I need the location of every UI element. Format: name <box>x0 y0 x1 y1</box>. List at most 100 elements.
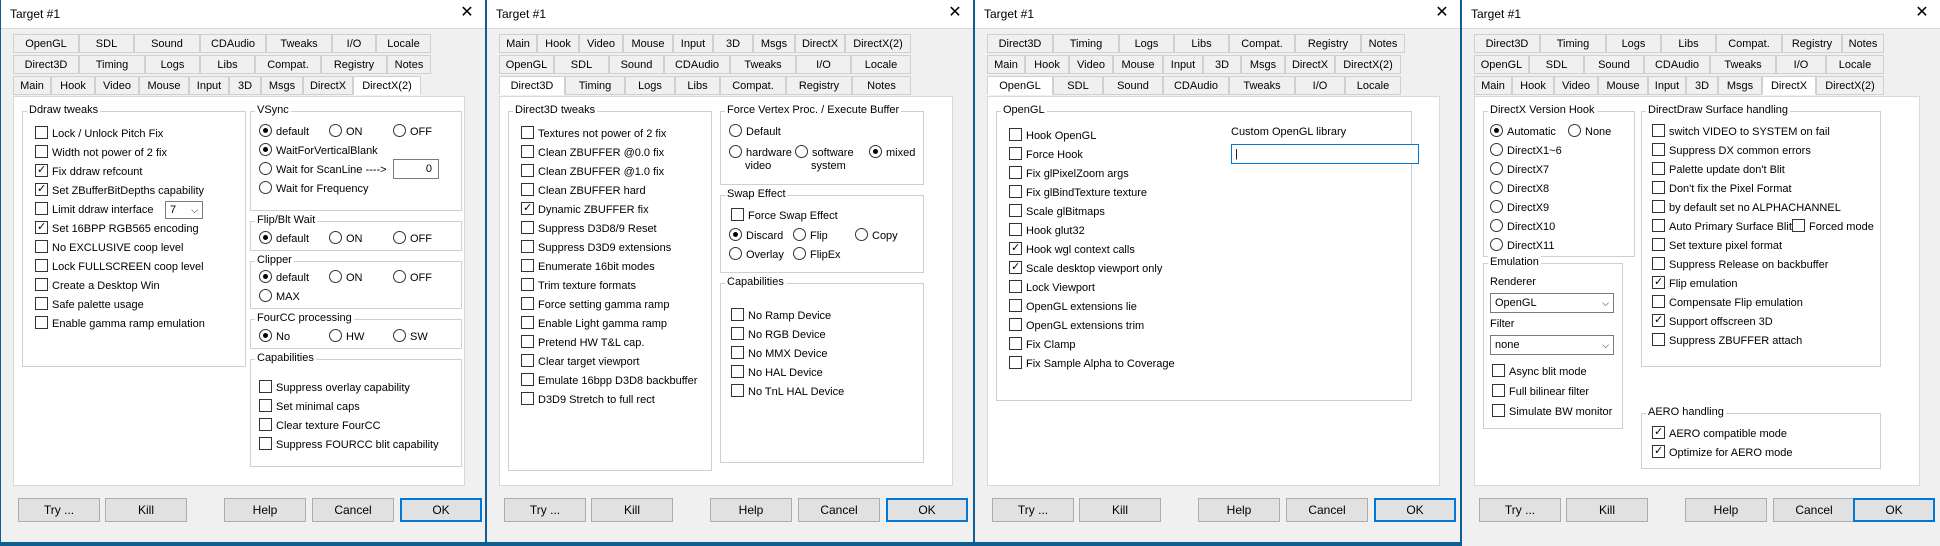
tab-main[interactable]: Main <box>13 76 51 95</box>
tab-msgs[interactable]: Msgs <box>1241 55 1285 74</box>
help-button[interactable]: Help <box>224 498 306 522</box>
tab-input[interactable]: Input <box>1163 55 1203 74</box>
radio-fvp-hardware[interactable]: hardware <box>729 145 792 161</box>
radio-vsync-on[interactable]: ON <box>329 124 363 140</box>
kill-button[interactable]: Kill <box>1079 498 1161 522</box>
checkbox-full-bilinear[interactable]: Full bilinear filter <box>1492 384 1589 400</box>
tab-video[interactable]: Video <box>95 76 139 95</box>
checkbox-surf-1[interactable]: Suppress DX common errors <box>1652 143 1811 159</box>
checkbox-no-ramp[interactable]: No Ramp Device <box>731 308 831 324</box>
tab-hook[interactable]: Hook <box>1025 55 1069 74</box>
tab-sdl[interactable]: SDL <box>1053 76 1103 95</box>
checkbox-lock-unlock-pitch[interactable]: Lock / Unlock Pitch Fix <box>35 126 163 142</box>
checkbox-fix-glpixelzoom[interactable]: Fix glPixelZoom args <box>1009 166 1129 182</box>
help-button[interactable]: Help <box>1685 498 1767 522</box>
tab-3d[interactable]: 3D <box>229 76 261 95</box>
checkbox-extensions-lie[interactable]: OpenGL extensions lie <box>1009 299 1137 315</box>
tab-libs[interactable]: Libs <box>1174 34 1229 53</box>
checkbox-d3d-8[interactable]: Trim texture formats <box>521 278 636 294</box>
try-button[interactable]: Try ... <box>504 498 586 522</box>
tab-registry[interactable]: Registry <box>1782 34 1842 53</box>
cancel-button[interactable]: Cancel <box>1286 498 1368 522</box>
tab-sdl[interactable]: SDL <box>1529 55 1584 74</box>
radio-dx1-6[interactable]: DirectX1~6 <box>1490 143 1562 159</box>
tab-hook[interactable]: Hook <box>537 34 579 53</box>
checkbox-async-blit[interactable]: Async blit mode <box>1492 364 1587 380</box>
tab-msgs[interactable]: Msgs <box>1718 76 1762 95</box>
checkbox-surf-8[interactable]: Flip emulation <box>1652 274 1737 292</box>
tab-msgs[interactable]: Msgs <box>261 76 303 95</box>
radio-wait-vblank[interactable]: WaitForVerticalBlank <box>259 143 378 159</box>
tab-mouse[interactable]: Mouse <box>1598 76 1648 95</box>
tab-logs[interactable]: Logs <box>145 55 200 74</box>
scanline-input[interactable]: 0 <box>393 159 439 179</box>
tab-sound[interactable]: Sound <box>134 34 200 53</box>
tab-timing[interactable]: Timing <box>1053 34 1119 53</box>
tab-direct3d[interactable]: Direct3D <box>499 76 565 95</box>
tab-tweaks[interactable]: Tweaks <box>1710 55 1776 74</box>
tab-opengl[interactable]: OpenGL <box>987 76 1053 95</box>
tab-compat[interactable]: Compat. <box>1716 34 1782 53</box>
checkbox-limit-ddraw[interactable]: Limit ddraw interface <box>35 202 154 218</box>
cancel-button[interactable]: Cancel <box>798 498 880 522</box>
checkbox-d3d-4[interactable]: Dynamic ZBUFFER fix <box>521 200 649 218</box>
checkbox-surf-10[interactable]: Support offscreen 3D <box>1652 312 1773 330</box>
checkbox-no-hal[interactable]: No HAL Device <box>731 365 823 381</box>
tab-mouse[interactable]: Mouse <box>623 34 673 53</box>
checkbox-fix-ddraw-refcount[interactable]: Fix ddraw refcount <box>35 162 142 180</box>
tab-direct3d[interactable]: Direct3D <box>987 34 1053 53</box>
checkbox-hook-glut32[interactable]: Hook glut32 <box>1009 223 1085 239</box>
limit-ddraw-select[interactable]: 7 ⌵ <box>165 201 203 219</box>
tab-3d[interactable]: 3D <box>1203 55 1241 74</box>
tab-timing[interactable]: Timing <box>79 55 145 74</box>
checkbox-no-rgb[interactable]: No RGB Device <box>731 327 826 343</box>
tab-msgs[interactable]: Msgs <box>753 34 795 53</box>
checkbox-d3d-7[interactable]: Enumerate 16bit modes <box>521 259 655 275</box>
help-button[interactable]: Help <box>710 498 792 522</box>
custom-opengl-library-input[interactable]: | <box>1231 144 1419 164</box>
radio-swap-flip[interactable]: Flip <box>793 228 828 244</box>
tab-cdaudio[interactable]: CDAudio <box>200 34 266 53</box>
tab-libs[interactable]: Libs <box>200 55 255 74</box>
tab-direct3d[interactable]: Direct3D <box>1474 34 1540 53</box>
checkbox-surf-9[interactable]: Compensate Flip emulation <box>1652 295 1803 311</box>
tab-mouse[interactable]: Mouse <box>139 76 189 95</box>
checkbox-surf-4[interactable]: by default set no ALPHACHANNEL <box>1652 200 1841 216</box>
ok-button[interactable]: OK <box>400 498 482 522</box>
tab-logs[interactable]: Logs <box>1119 34 1174 53</box>
tab-compat[interactable]: Compat. <box>720 76 786 95</box>
tab-hook[interactable]: Hook <box>1512 76 1554 95</box>
tab-logs[interactable]: Logs <box>1606 34 1661 53</box>
checkbox-surf-3[interactable]: Don't fix the Pixel Format <box>1652 181 1792 197</box>
checkbox-suppress-overlay[interactable]: Suppress overlay capability <box>259 380 410 396</box>
tab-3d[interactable]: 3D <box>1686 76 1718 95</box>
radio-swap-overlay[interactable]: Overlay <box>729 247 784 263</box>
radio-swap-flipex[interactable]: FlipEx <box>793 247 841 263</box>
checkbox-d3d-12[interactable]: Clear target viewport <box>521 354 640 370</box>
tab-tweaks[interactable]: Tweaks <box>1229 76 1295 95</box>
tab-logs[interactable]: Logs <box>625 76 675 95</box>
help-button[interactable]: Help <box>1198 498 1280 522</box>
checkbox-surf-0[interactable]: switch VIDEO to SYSTEM on fail <box>1652 124 1830 140</box>
tab-opengl[interactable]: OpenGL <box>13 34 79 53</box>
checkbox-no-tnl-hal[interactable]: No TnL HAL Device <box>731 384 844 400</box>
checkbox-no-exclusive[interactable]: No EXCLUSIVE coop level <box>35 240 183 256</box>
ok-button[interactable]: OK <box>886 498 968 522</box>
checkbox-gamma-ramp[interactable]: Enable gamma ramp emulation <box>35 316 205 332</box>
checkbox-d3d-9[interactable]: Force setting gamma ramp <box>521 297 669 313</box>
checkbox-d3d-6[interactable]: Suppress D3D9 extensions <box>521 240 671 256</box>
tab-io[interactable]: I/O <box>1295 76 1345 95</box>
radio-vsync-default[interactable]: default <box>259 124 309 140</box>
radio-dx-automatic[interactable]: Automatic <box>1490 124 1556 140</box>
tab-sound[interactable]: Sound <box>1584 55 1644 74</box>
checkbox-desktop-win[interactable]: Create a Desktop Win <box>35 278 160 294</box>
radio-fvp-mixed[interactable]: mixed <box>869 145 915 161</box>
checkbox-lock-viewport[interactable]: Lock Viewport <box>1009 280 1095 296</box>
tab-libs[interactable]: Libs <box>1661 34 1716 53</box>
checkbox-hook-wgl[interactable]: Hook wgl context calls <box>1009 240 1135 258</box>
radio-clipper-max[interactable]: MAX <box>259 289 300 305</box>
radio-wait-frequency[interactable]: Wait for Frequency <box>259 181 369 197</box>
tab-compat[interactable]: Compat. <box>1229 34 1295 53</box>
tab-directx[interactable]: DirectX <box>795 34 845 53</box>
tab-main[interactable]: Main <box>1474 76 1512 95</box>
